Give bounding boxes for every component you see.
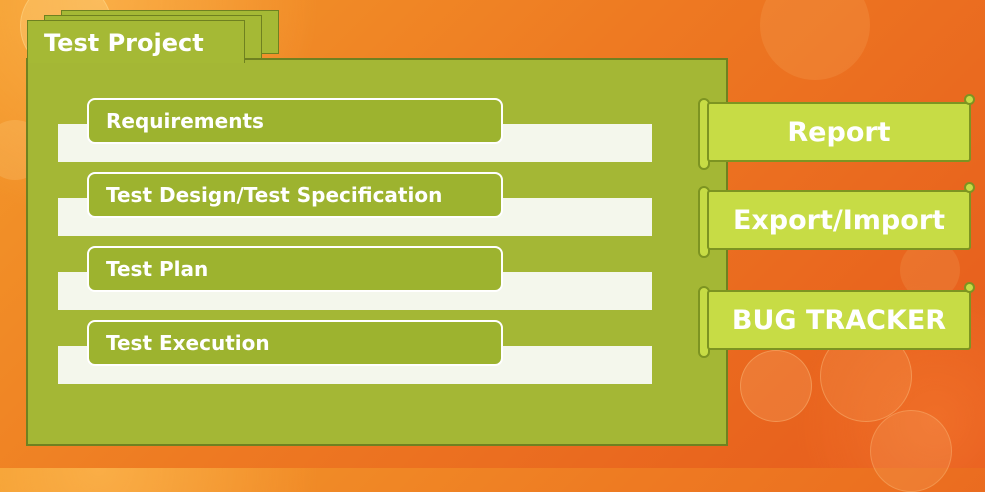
scroll-report: Report — [698, 94, 975, 170]
scroll-cap — [964, 182, 975, 193]
scroll-cap — [964, 94, 975, 105]
module-requirements[interactable]: Requirements — [87, 98, 503, 144]
module-test-plan[interactable]: Test Plan — [87, 246, 503, 292]
scroll-bug-tracker: BUG TRACKER — [698, 282, 975, 358]
export-import-button[interactable]: Export/Import — [707, 190, 971, 250]
scroll-export-import: Export/Import — [698, 182, 975, 258]
project-title: Test Project — [44, 29, 204, 57]
module-test-execution[interactable]: Test Execution — [87, 320, 503, 366]
report-button[interactable]: Report — [707, 102, 971, 162]
module-test-design[interactable]: Test Design/Test Specification — [87, 172, 503, 218]
scroll-cap — [964, 282, 975, 293]
bug-tracker-button[interactable]: BUG TRACKER — [707, 290, 971, 350]
